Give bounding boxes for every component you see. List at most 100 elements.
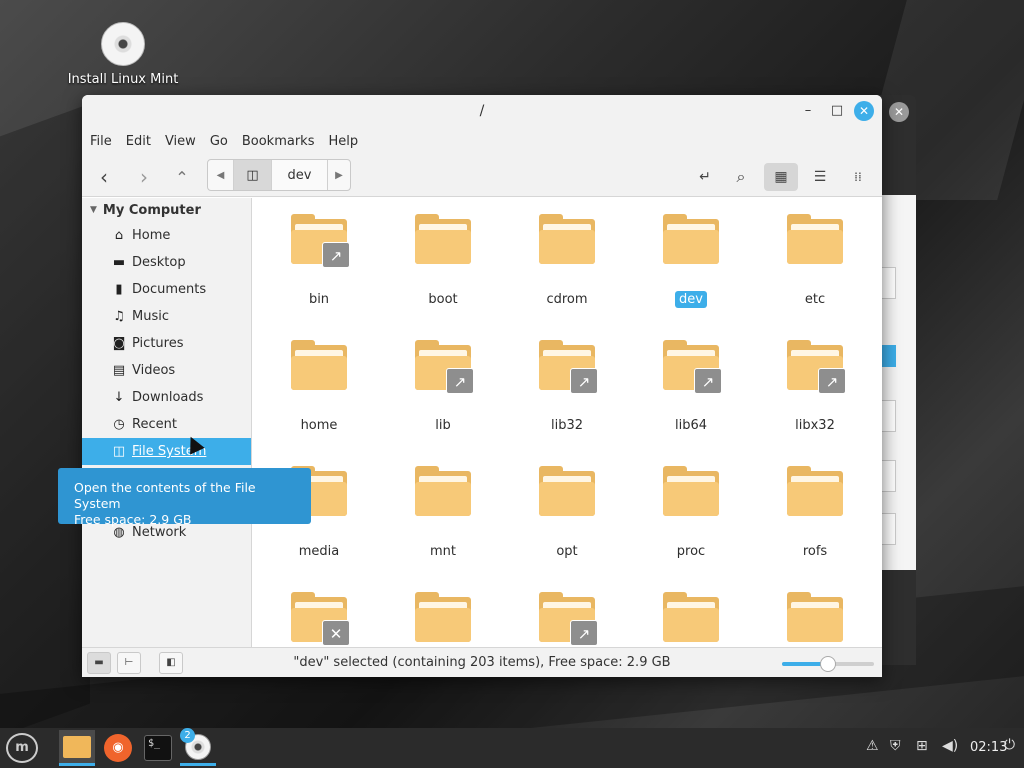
- maximize-button[interactable]: □: [827, 101, 847, 121]
- folder-icon: ↗: [291, 214, 350, 268]
- show-places-button[interactable]: ▬: [87, 652, 111, 674]
- drive-icon: ◫: [112, 444, 126, 459]
- shield-icon[interactable]: ⛨: [890, 738, 901, 754]
- folder-name: rofs: [802, 544, 828, 559]
- menu-view[interactable]: View: [165, 134, 196, 149]
- folder-item[interactable]: dev: [641, 214, 741, 308]
- symlink-emblem-icon: ↗: [694, 368, 722, 394]
- sidebar-item-documents[interactable]: ▮ Documents: [82, 276, 251, 303]
- menubar: File Edit View Go Bookmarks Help: [82, 127, 882, 155]
- folder-icon: [415, 214, 471, 264]
- folder-name: lib64: [674, 418, 708, 433]
- folder-item[interactable]: home: [269, 340, 369, 434]
- folder-icon: [539, 466, 595, 516]
- sidebar-item-home[interactable]: ⌂ Home: [82, 222, 251, 249]
- taskbar: m ◉ $_ ⚠ ⛨ ⊞ ◀) 02:13 ⏻: [0, 728, 1024, 768]
- installer-badge: 2: [180, 728, 195, 743]
- folder-item[interactable]: [641, 592, 741, 642]
- pathbar-segment-dev[interactable]: dev: [272, 160, 328, 190]
- folder-icon: [291, 340, 347, 390]
- network-icon[interactable]: ⊞: [916, 738, 928, 754]
- icon-view-button[interactable]: ▦: [764, 163, 798, 191]
- menu-file[interactable]: File: [90, 134, 112, 149]
- background-window-field: [880, 460, 896, 492]
- sidebar-item-videos[interactable]: ▤ Videos: [82, 357, 251, 384]
- pathbar-scroll-right-button[interactable]: ▶: [328, 160, 350, 190]
- menu-edit[interactable]: Edit: [126, 134, 151, 149]
- tooltip-line-2: Free space: 2.9 GB: [74, 512, 192, 527]
- wallpaper-shape: [0, 103, 90, 737]
- folder-icon: ↗: [539, 592, 598, 646]
- folder-icon: [787, 466, 843, 516]
- list-view-button[interactable]: ☰: [808, 163, 832, 191]
- sidebar-header[interactable]: ▼ My Computer: [82, 198, 251, 222]
- pathbar-scroll-left-button[interactable]: ◀: [208, 160, 234, 190]
- taskbar-files-button[interactable]: [59, 730, 95, 766]
- mint-menu-icon[interactable]: m: [6, 733, 38, 763]
- sidebar-header-label: My Computer: [102, 202, 201, 218]
- sidebar-item-downloads[interactable]: ↓ Downloads: [82, 384, 251, 411]
- folder-item[interactable]: ↗ bin: [269, 214, 369, 308]
- tooltip-line-1: Open the contents of the File System: [74, 480, 256, 511]
- folder-item[interactable]: ↗ lib32: [517, 340, 617, 434]
- show-treeview-button[interactable]: ⊢: [117, 652, 141, 674]
- folder-item[interactable]: ↗ libx32: [765, 340, 865, 434]
- folder-item[interactable]: rofs: [765, 466, 865, 560]
- sidebar-item-file-system[interactable]: ◫ File System: [82, 438, 251, 465]
- folder-item[interactable]: ↗: [517, 592, 617, 646]
- up-button[interactable]: ⌃: [170, 163, 194, 191]
- taskbar-terminal-button[interactable]: $_: [140, 730, 176, 766]
- folder-item[interactable]: ↗ lib: [393, 340, 493, 434]
- desktop-icon-install-linux-mint[interactable]: Install Linux Mint: [62, 22, 184, 87]
- folder-item[interactable]: cdrom: [517, 214, 617, 308]
- hide-sidebar-button[interactable]: ◧: [159, 652, 183, 674]
- folder-icon: ↗: [787, 340, 846, 394]
- taskbar-firefox-button[interactable]: ◉: [100, 730, 136, 766]
- minimize-button[interactable]: –: [798, 101, 818, 121]
- folder-item[interactable]: ↗ lib64: [641, 340, 741, 434]
- sidebar-item-label: Home: [132, 228, 171, 243]
- search-icon[interactable]: ⌕: [729, 163, 753, 191]
- folder-item[interactable]: ✕: [269, 592, 369, 646]
- menu-help[interactable]: Help: [328, 134, 358, 149]
- titlebar[interactable]: / – □ ✕: [82, 95, 882, 127]
- zoom-slider-handle[interactable]: [820, 656, 836, 672]
- forward-button[interactable]: ›: [132, 163, 156, 191]
- folder-icon: [787, 214, 843, 264]
- folder-item[interactable]: boot: [393, 214, 493, 308]
- folder-item[interactable]: [393, 592, 493, 642]
- back-button[interactable]: ‹: [92, 163, 116, 191]
- folder-name: cdrom: [546, 292, 588, 307]
- window-title: /: [479, 103, 485, 119]
- sidebar-item-label: Downloads: [132, 390, 204, 405]
- folder-item[interactable]: mnt: [393, 466, 493, 560]
- folder-item[interactable]: proc: [641, 466, 741, 560]
- pathbar-root-button[interactable]: ◫: [234, 160, 272, 190]
- sidebar-item-desktop[interactable]: ▬ Desktop: [82, 249, 251, 276]
- toggle-location-icon[interactable]: ↵: [693, 163, 717, 191]
- sidebar-item-recent[interactable]: ◷ Recent: [82, 411, 251, 438]
- toolbar: ‹ › ⌃ ↵ ⌕ ▦ ☰ ⁞⁞: [82, 155, 882, 197]
- file-manager-window[interactable]: / – □ ✕ File Edit View Go Bookmarks Help…: [82, 95, 882, 677]
- background-window-close-button[interactable]: ✕: [889, 102, 909, 122]
- clock[interactable]: 02:13: [970, 740, 1007, 755]
- close-button[interactable]: ✕: [854, 101, 874, 121]
- camera-icon: ◙: [112, 336, 126, 351]
- sidebar-item-music[interactable]: ♫ Music: [82, 303, 251, 330]
- collapse-arrow-icon[interactable]: ▼: [90, 205, 97, 215]
- zoom-slider[interactable]: [782, 656, 874, 672]
- unreadable-emblem-icon: ✕: [322, 620, 350, 646]
- volume-icon[interactable]: ◀): [942, 738, 958, 754]
- menu-go[interactable]: Go: [210, 134, 228, 149]
- folder-item[interactable]: opt: [517, 466, 617, 560]
- folder-name: lib: [435, 418, 451, 433]
- file-grid-view[interactable]: ↗ bin boot cdrom dev etc home ↗ lib ↗ lib32 ↗ lib64 ↗…: [253, 198, 882, 647]
- sidebar-item-pictures[interactable]: ◙ Pictures: [82, 330, 251, 357]
- folder-item[interactable]: etc: [765, 214, 865, 308]
- power-icon[interactable]: ⏻: [1004, 737, 1015, 753]
- folder-name: media: [298, 544, 340, 559]
- menu-bookmarks[interactable]: Bookmarks: [242, 134, 315, 149]
- compact-view-button[interactable]: ⁞⁞: [846, 163, 870, 191]
- folder-item[interactable]: [765, 592, 865, 642]
- notification-icon[interactable]: ⚠: [866, 738, 879, 754]
